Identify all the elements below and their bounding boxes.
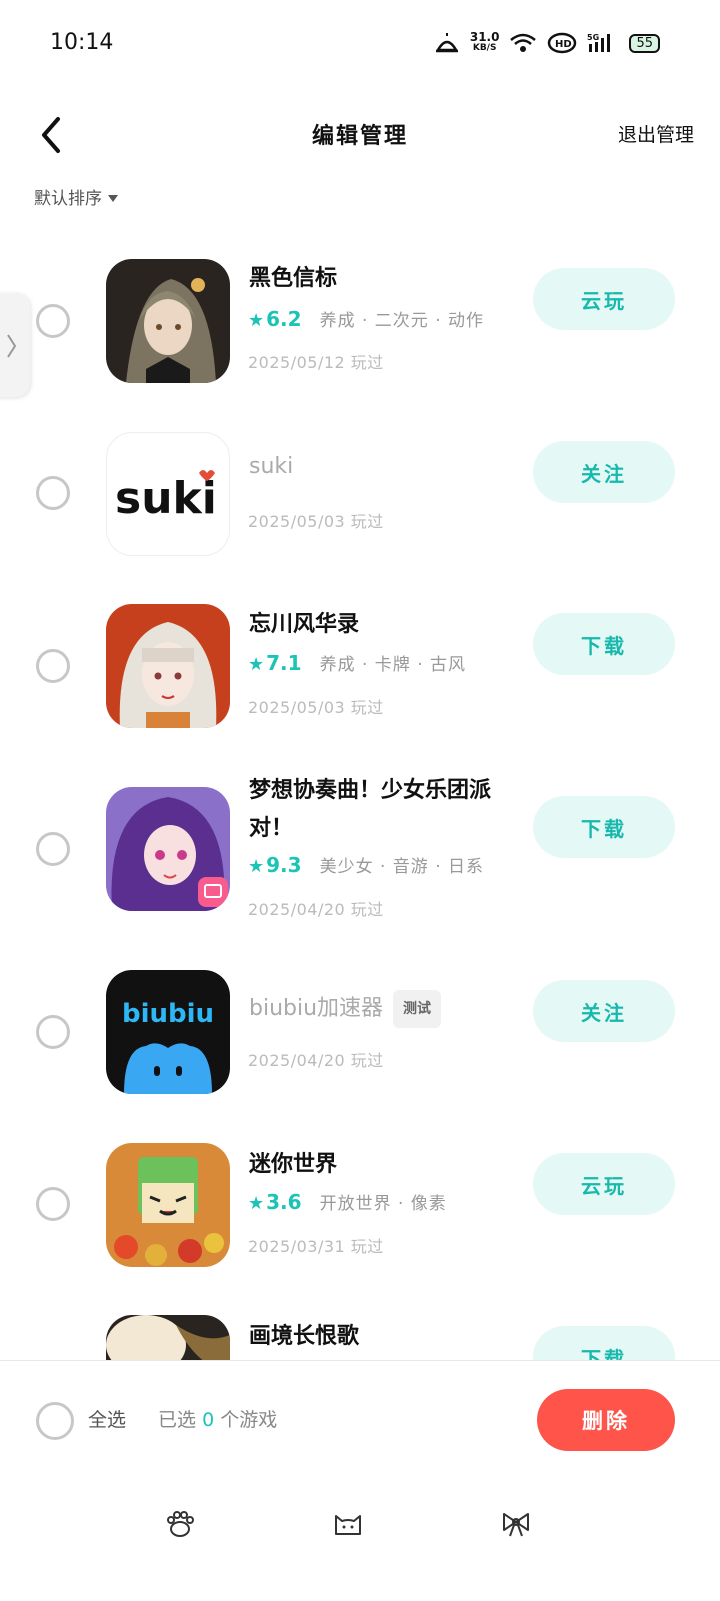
network-speed: 31.0 KB/S	[469, 30, 500, 53]
signal-icon: 5G	[587, 33, 611, 52]
star-icon: ★	[248, 1193, 265, 1214]
row-checkbox[interactable]	[36, 649, 70, 683]
follow-button[interactable]: 关注	[533, 441, 675, 503]
row-checkbox[interactable]	[36, 476, 70, 510]
row-checkbox[interactable]	[36, 1015, 70, 1049]
game-tags: 美少女 · 音游 · 日系	[319, 857, 485, 877]
game-meta: ★ 9.3 美少女 · 音游 · 日系	[248, 852, 484, 877]
cloud-play-button[interactable]: 云玩	[533, 268, 675, 330]
exit-manage-button[interactable]: 退出管理	[618, 120, 694, 147]
bow-icon[interactable]	[500, 1508, 532, 1540]
svg-text:5G: 5G	[587, 33, 599, 42]
game-score: 7.1	[266, 651, 302, 675]
battery-indicator: 55	[629, 33, 660, 53]
chevron-right-icon	[7, 334, 17, 358]
follow-button[interactable]: 关注	[533, 980, 675, 1042]
game-tags: 养成 · 卡牌 · 古风	[319, 655, 467, 675]
row-checkbox[interactable]	[36, 1187, 70, 1221]
game-icon	[106, 787, 230, 911]
game-score: 6.2	[266, 307, 302, 331]
game-name: 黑色信标	[249, 266, 338, 291]
star-icon: ★	[248, 654, 265, 675]
wifi-icon	[510, 33, 537, 52]
played-date: 2025/05/03 玩过	[248, 512, 384, 531]
game-score: 3.6	[266, 1190, 302, 1214]
download-button[interactable]: 下载	[533, 613, 675, 675]
star-icon: ★	[248, 856, 265, 877]
cat-icon[interactable]	[332, 1508, 364, 1540]
page-title: 编辑管理	[311, 124, 408, 149]
game-score: 9.3	[266, 853, 302, 877]
row-checkbox[interactable]	[36, 832, 70, 866]
game-meta: ★ 3.6 开放世界 · 像素	[248, 1189, 447, 1214]
game-icon: suki	[106, 432, 230, 556]
played-date: 2025/03/31 玩过	[248, 1237, 384, 1256]
game-name: 迷你世界	[249, 1152, 338, 1177]
svg-text:biubiu: biubiu	[122, 999, 214, 1029]
game-name: 忘川风华录	[249, 612, 360, 637]
select-all-checkbox[interactable]	[36, 1402, 74, 1440]
cloud-play-button[interactable]: 云玩	[533, 1153, 675, 1215]
hd-icon: HD	[548, 32, 577, 54]
played-date: 2025/04/20 玩过	[248, 1051, 384, 1070]
sort-arrow-icon	[108, 194, 118, 202]
row-checkbox[interactable]	[36, 304, 70, 338]
select-all-label[interactable]: 全选	[88, 1405, 126, 1432]
paw-icon[interactable]	[164, 1508, 196, 1540]
sort-label: 默认排序	[34, 189, 102, 209]
game-name: biubiu加速器 测试	[249, 990, 442, 1028]
game-icon	[106, 604, 230, 728]
star-icon: ★	[248, 310, 265, 331]
played-date: 2025/05/12 玩过	[248, 353, 384, 372]
game-icon: biubiu	[106, 970, 230, 1094]
beta-badge: 测试	[393, 990, 442, 1028]
status-time: 10:14	[50, 30, 114, 55]
alarm-icon	[435, 33, 458, 53]
game-meta: ★ 7.1 养成 · 卡牌 · 古风	[248, 650, 466, 675]
game-name: 画境长恨歌	[249, 1324, 360, 1349]
selected-count: 已选 0 个游戏	[158, 1409, 278, 1431]
sort-dropdown[interactable]: 默认排序	[34, 184, 118, 209]
game-tags: 开放世界 · 像素	[319, 1194, 447, 1214]
side-drawer-handle[interactable]	[0, 293, 30, 397]
game-name: 梦想协奏曲！少女乐团派对！	[249, 778, 492, 841]
game-name: suki	[249, 454, 294, 479]
svg-text:suki: suki	[115, 473, 217, 524]
game-icon	[106, 1143, 230, 1267]
status-icons: 31.0 KB/S HD 5G 55	[434, 30, 660, 54]
download-button[interactable]: 下载	[533, 796, 675, 858]
game-tags: 养成 · 二次元 · 动作	[319, 311, 485, 331]
svg-text:HD: HD	[555, 39, 572, 50]
played-date: 2025/04/20 玩过	[248, 900, 384, 919]
played-date: 2025/05/03 玩过	[248, 698, 384, 717]
game-icon	[106, 259, 230, 383]
game-meta: ★ 6.2 养成 · 二次元 · 动作	[248, 306, 484, 331]
delete-button[interactable]: 删除	[537, 1389, 675, 1451]
